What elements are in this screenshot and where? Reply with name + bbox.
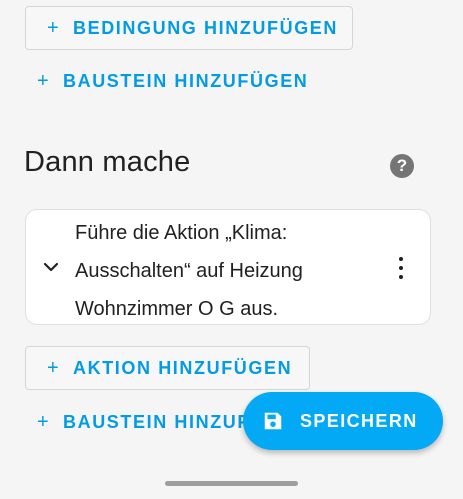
add-building-block-label: BAUSTEIN HINZUF <box>63 411 250 432</box>
help-icon[interactable]: ? <box>390 154 414 178</box>
chevron-down-icon[interactable] <box>42 260 60 274</box>
add-action-label: AKTION HINZUFÜGEN <box>73 357 293 378</box>
action-description-line: Ausschalten“ auf Heizung <box>75 260 303 282</box>
add-condition-button[interactable]: + BEDINGUNG HINZUFÜGEN <box>25 6 353 50</box>
action-description: Führe die Aktion „Klima: Ausschalten“ au… <box>75 214 375 328</box>
action-description-line: Wohnzimmer O G aus. <box>75 298 279 320</box>
add-building-block-label: BAUSTEIN HINZUFÜGEN <box>63 70 309 91</box>
save-button[interactable]: SPEICHERN <box>243 392 443 450</box>
floppy-disk-icon <box>264 412 282 430</box>
add-condition-label: BEDINGUNG HINZUFÜGEN <box>73 17 338 38</box>
action-description-line: Führe die Aktion „Klima: <box>75 222 288 244</box>
action-card[interactable]: Führe die Aktion „Klima: Ausschalten“ au… <box>25 209 431 325</box>
plus-icon: + <box>47 16 59 39</box>
add-action-button[interactable]: + AKTION HINZUFÜGEN <box>25 346 310 390</box>
add-building-block-button[interactable]: + BAUSTEIN HINZUFÜGEN <box>37 67 308 95</box>
plus-icon: + <box>37 69 49 92</box>
save-button-label: SPEICHERN <box>300 410 418 431</box>
add-building-block-button[interactable]: + BAUSTEIN HINZUF <box>37 408 250 436</box>
more-options-icon[interactable] <box>396 257 406 279</box>
home-indicator <box>165 481 298 486</box>
plus-icon: + <box>47 356 59 379</box>
section-title: Dann mache <box>24 146 191 178</box>
plus-icon: + <box>37 410 49 433</box>
